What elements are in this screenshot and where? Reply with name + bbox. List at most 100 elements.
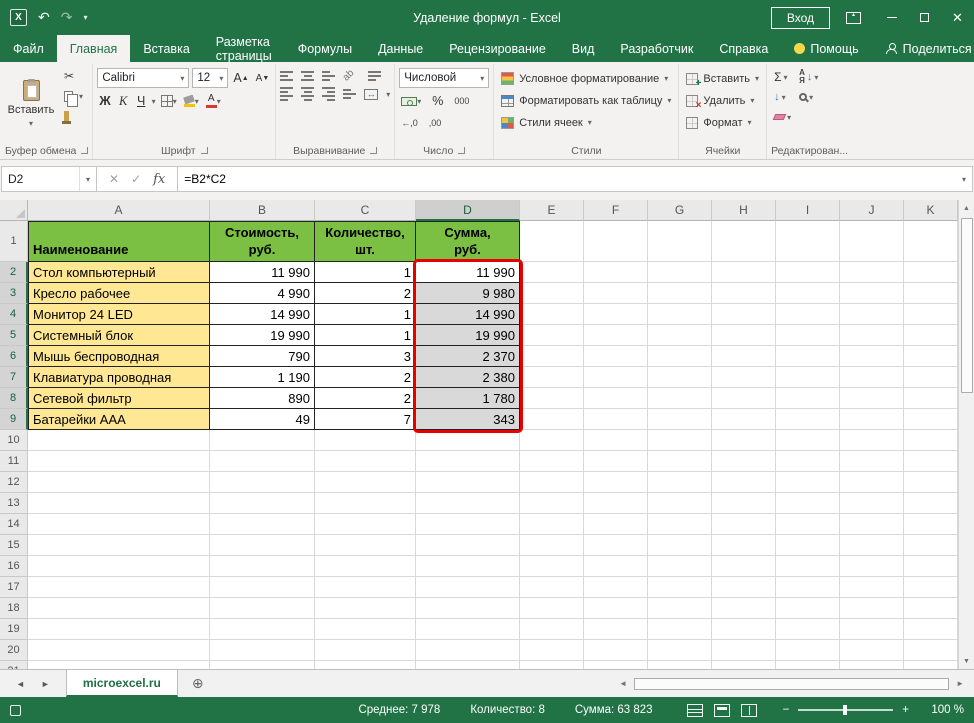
borders-button[interactable]: ▾ xyxy=(159,92,179,110)
row-header-6[interactable]: 6 xyxy=(0,346,28,367)
cell-K12[interactable] xyxy=(904,472,958,493)
cell-K20[interactable] xyxy=(904,640,958,661)
row-header-17[interactable]: 17 xyxy=(0,577,28,598)
cell-A13[interactable] xyxy=(28,493,210,514)
cell-D14[interactable] xyxy=(416,514,520,535)
format-painter-button[interactable] xyxy=(62,108,85,124)
cell-G10[interactable] xyxy=(648,430,712,451)
cell-G8[interactable] xyxy=(648,388,712,409)
tab-help[interactable]: Справка xyxy=(706,35,781,62)
cell-G5[interactable] xyxy=(648,325,712,346)
cell-A2[interactable]: Стол компьютерный xyxy=(28,262,210,283)
cell-H18[interactable] xyxy=(712,598,776,619)
cell-F16[interactable] xyxy=(584,556,648,577)
row-header-18[interactable]: 18 xyxy=(0,598,28,619)
page-layout-view-icon[interactable] xyxy=(713,703,730,717)
cell-I12[interactable] xyxy=(776,472,840,493)
cell-D19[interactable] xyxy=(416,619,520,640)
cell-C6[interactable]: 3 xyxy=(315,346,416,367)
cell-J19[interactable] xyxy=(840,619,904,640)
cell-F1[interactable] xyxy=(584,221,648,262)
excel-app-icon[interactable]: X xyxy=(10,9,27,26)
column-header-H[interactable]: H xyxy=(712,200,776,221)
format-as-table-button[interactable]: Форматировать как таблицу ▾ xyxy=(498,90,674,111)
cell-I16[interactable] xyxy=(776,556,840,577)
cell-J1[interactable] xyxy=(840,221,904,262)
cell-J8[interactable] xyxy=(840,388,904,409)
cell-B19[interactable] xyxy=(210,619,315,640)
cell-D20[interactable] xyxy=(416,640,520,661)
format-cells-button[interactable]: Формат ▾ xyxy=(683,112,762,133)
cell-E17[interactable] xyxy=(520,577,584,598)
row-header-5[interactable]: 5 xyxy=(0,325,28,346)
cell-H15[interactable] xyxy=(712,535,776,556)
cell-G2[interactable] xyxy=(648,262,712,283)
cell-K10[interactable] xyxy=(904,430,958,451)
tab-home[interactable]: Главная xyxy=(56,35,131,62)
cell-A18[interactable] xyxy=(28,598,210,619)
cell-J13[interactable] xyxy=(840,493,904,514)
cell-C21[interactable] xyxy=(315,661,416,669)
cell-B7[interactable]: 1 190 xyxy=(210,367,315,388)
cell-H19[interactable] xyxy=(712,619,776,640)
cell-B5[interactable]: 19 990 xyxy=(210,325,315,346)
cell-E11[interactable] xyxy=(520,451,584,472)
accounting-format-button[interactable]: ▾ xyxy=(399,92,423,110)
redo-button[interactable]: ↷ xyxy=(61,9,73,26)
cell-E4[interactable] xyxy=(520,304,584,325)
cell-H3[interactable] xyxy=(712,283,776,304)
cell-C15[interactable] xyxy=(315,535,416,556)
minimize-button[interactable] xyxy=(875,0,908,35)
cell-I9[interactable] xyxy=(776,409,840,430)
cell-F11[interactable] xyxy=(584,451,648,472)
cell-I4[interactable] xyxy=(776,304,840,325)
cell-G16[interactable] xyxy=(648,556,712,577)
cell-D9[interactable]: 343 xyxy=(416,409,520,430)
cell-H13[interactable] xyxy=(712,493,776,514)
cell-E14[interactable] xyxy=(520,514,584,535)
autosum-button[interactable]: Σ ▾ xyxy=(774,69,791,85)
cell-A15[interactable] xyxy=(28,535,210,556)
cell-A20[interactable] xyxy=(28,640,210,661)
cell-F12[interactable] xyxy=(584,472,648,493)
cell-E21[interactable] xyxy=(520,661,584,669)
cell-E6[interactable] xyxy=(520,346,584,367)
copy-button[interactable]: ▾ xyxy=(62,88,85,107)
row-header-4[interactable]: 4 xyxy=(0,304,28,325)
cell-H16[interactable] xyxy=(712,556,776,577)
cell-F2[interactable] xyxy=(584,262,648,283)
select-all-corner[interactable] xyxy=(0,200,28,221)
name-box-dropdown-icon[interactable]: ▾ xyxy=(86,175,90,184)
column-header-J[interactable]: J xyxy=(840,200,904,221)
cell-A11[interactable] xyxy=(28,451,210,472)
row-header-19[interactable]: 19 xyxy=(0,619,28,640)
share-button[interactable]: Поделиться xyxy=(872,35,974,62)
cell-K3[interactable] xyxy=(904,283,958,304)
cell-J14[interactable] xyxy=(840,514,904,535)
sort-filter-button[interactable]: А Я ↓ ▾ xyxy=(799,69,818,85)
increase-decimal-button[interactable]: ←,0 xyxy=(399,114,420,132)
cell-K4[interactable] xyxy=(904,304,958,325)
cell-K8[interactable] xyxy=(904,388,958,409)
fill-color-button[interactable]: ▾ xyxy=(182,92,201,110)
cell-A16[interactable] xyxy=(28,556,210,577)
cell-K16[interactable] xyxy=(904,556,958,577)
row-header-13[interactable]: 13 xyxy=(0,493,28,514)
column-header-B[interactable]: B xyxy=(210,200,315,221)
cell-G9[interactable] xyxy=(648,409,712,430)
font-size-select[interactable]: 12 ▾ xyxy=(192,68,229,88)
column-header-C[interactable]: C xyxy=(315,200,416,221)
cell-H10[interactable] xyxy=(712,430,776,451)
conditional-formatting-button[interactable]: Условное форматирование ▾ xyxy=(498,68,674,89)
cell-I20[interactable] xyxy=(776,640,840,661)
cell-C10[interactable] xyxy=(315,430,416,451)
cell-H21[interactable] xyxy=(712,661,776,669)
tab-page-layout[interactable]: Разметка страницы xyxy=(203,35,285,63)
row-header-21[interactable]: 21 xyxy=(0,661,28,669)
cell-H7[interactable] xyxy=(712,367,776,388)
cell-J15[interactable] xyxy=(840,535,904,556)
cell-J2[interactable] xyxy=(840,262,904,283)
cell-C16[interactable] xyxy=(315,556,416,577)
cell-E13[interactable] xyxy=(520,493,584,514)
cell-E9[interactable] xyxy=(520,409,584,430)
